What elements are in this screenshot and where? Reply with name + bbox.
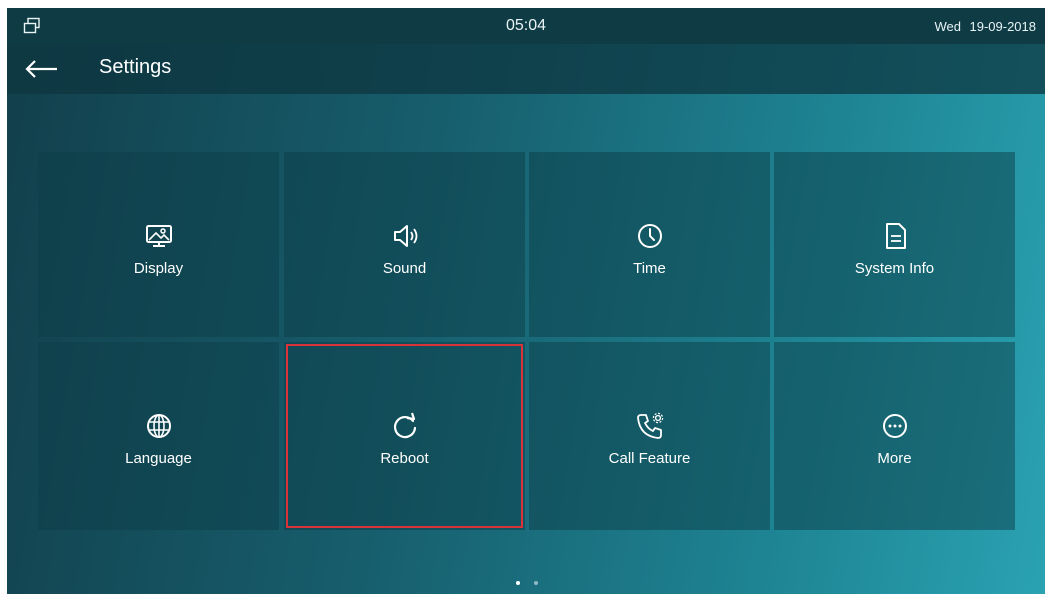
page-dot[interactable] <box>534 581 538 585</box>
back-button[interactable] <box>23 53 67 85</box>
page-dot-active[interactable] <box>516 581 520 585</box>
title-bar: Settings <box>7 44 1045 94</box>
refresh-icon <box>393 412 416 439</box>
status-time: 05:04 <box>505 17 547 34</box>
status-date: 19-09-2018 <box>969 19 1037 34</box>
document-icon <box>885 223 906 249</box>
status-bar: 05:04 Wed 19-09-2018 <box>7 8 1045 44</box>
display-icon <box>145 225 172 247</box>
time-tile[interactable]: Time <box>529 152 770 337</box>
reboot-tile[interactable]: Reboot <box>284 342 525 530</box>
page-title: Settings <box>99 56 172 78</box>
clock-icon <box>637 224 662 248</box>
globe-icon <box>146 414 171 438</box>
tile-label: More <box>877 450 912 467</box>
more-dots-icon <box>882 414 907 438</box>
tile-label: Time <box>633 260 666 277</box>
settings-screen: 05:04 Wed 19-09-2018 Settings Display So… <box>7 8 1045 594</box>
tile-label: Reboot <box>380 450 429 467</box>
status-day: Wed <box>934 19 962 34</box>
phone-gear-icon <box>636 412 663 439</box>
tile-label: Call Feature <box>608 450 691 467</box>
display-tile[interactable]: Display <box>38 152 279 337</box>
tile-label: System Info <box>854 260 935 277</box>
page-indicator <box>512 581 542 587</box>
sound-tile[interactable]: Sound <box>284 152 525 337</box>
more-tile[interactable]: More <box>774 342 1015 530</box>
call-feature-tile[interactable]: Call Feature <box>529 342 770 530</box>
language-tile[interactable]: Language <box>38 342 279 530</box>
tile-label: Sound <box>382 260 427 277</box>
tile-label: Display <box>133 260 184 277</box>
tile-label: Language <box>125 450 192 467</box>
system-info-tile[interactable]: System Info <box>774 152 1015 337</box>
speaker-icon <box>393 225 417 247</box>
arrow-left-icon <box>25 60 57 78</box>
